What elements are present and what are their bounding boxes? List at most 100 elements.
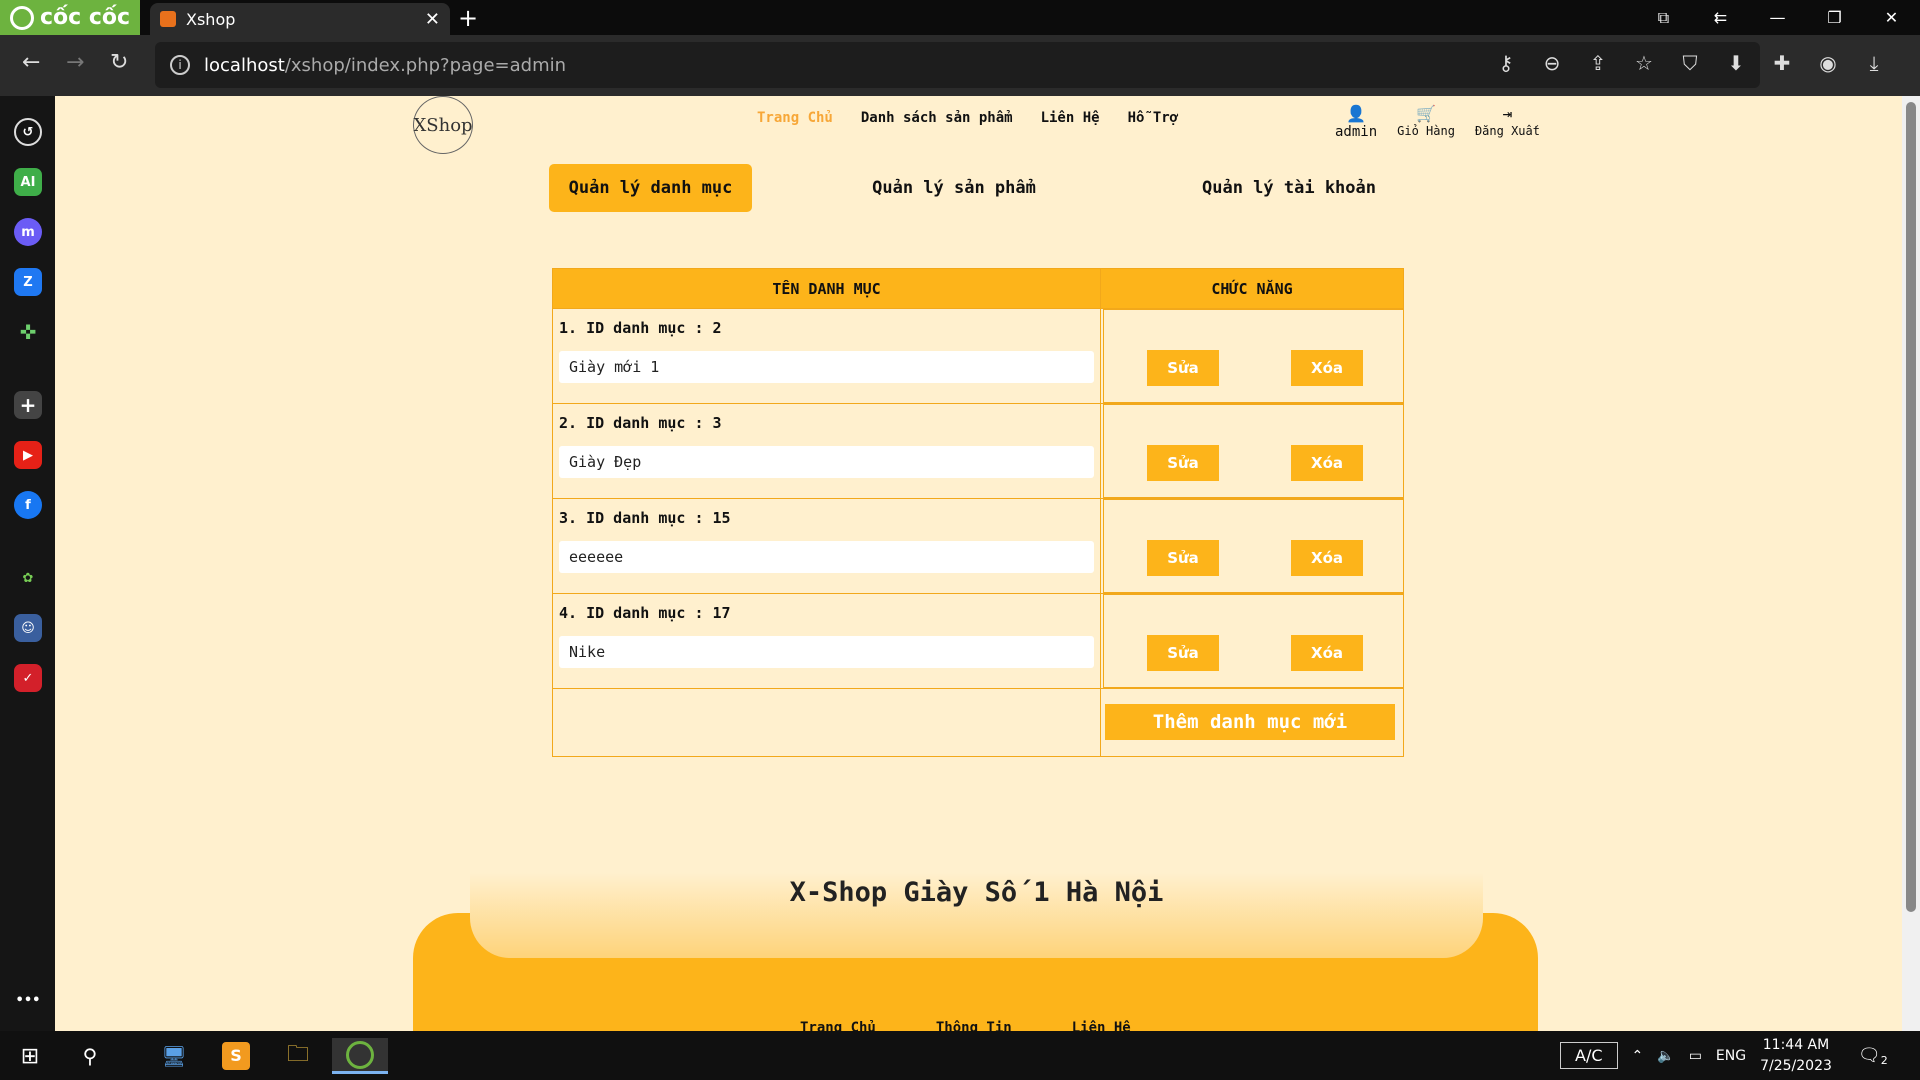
bookmark-star-icon[interactable]: ☆ [1633, 51, 1655, 75]
header-category-name: TÊN DANH MỤC [553, 269, 1101, 308]
zalo-icon[interactable]: Z [14, 268, 42, 296]
scrollbar-thumb[interactable] [1906, 102, 1916, 912]
tab-title: Xshop [186, 9, 236, 29]
file-explorer-icon[interactable]: 🗀 [276, 1038, 320, 1074]
edit-button[interactable]: Sửa [1147, 350, 1219, 386]
coccoc-taskbar-icon[interactable] [332, 1038, 388, 1074]
table-row: 4. ID danh mục : 17 Nike Sửa Xóa [553, 593, 1403, 688]
new-tab-button[interactable]: + [458, 4, 478, 32]
shield-icon[interactable]: ⛉ [1679, 51, 1701, 75]
browser-tab[interactable]: Xshop ✕ [150, 3, 450, 35]
show-hidden-icons-icon[interactable]: ⌃ [1632, 1048, 1644, 1064]
close-tab-icon[interactable]: ✕ [425, 9, 440, 30]
admin-tabs: Quản lý danh mục Quản lý sản phẩm Quản l… [549, 164, 1419, 212]
tab-category-management[interactable]: Quản lý danh mục [549, 164, 752, 212]
category-id-label: 2. ID danh mục : 3 [559, 414, 722, 432]
url-path: /xshop/index.php?page=admin [284, 54, 567, 76]
cart-icon: 🛒 [1416, 104, 1437, 123]
footer-slogan: X-Shop Giày Số 1 Hà Nội [470, 826, 1483, 958]
page-scrollbar[interactable] [1902, 96, 1920, 1031]
clock[interactable]: 11:44 AM 7/25/2023 [1760, 1035, 1832, 1077]
category-name-input[interactable]: Giày Đẹp [559, 446, 1094, 478]
messenger-icon[interactable]: m [14, 218, 42, 246]
profile-icon[interactable]: ◉ [1817, 51, 1839, 75]
notification-count: 2 [1880, 1054, 1888, 1067]
key-icon[interactable]: ⚷ [1495, 51, 1517, 75]
volume-icon[interactable]: 🔈 [1657, 1048, 1674, 1064]
game-avatar-icon[interactable]: ☺ [14, 614, 42, 642]
close-window-button[interactable]: ✕ [1863, 0, 1920, 35]
footer-link-home[interactable]: Trang Chủ [800, 1020, 876, 1031]
edit-button[interactable]: Sửa [1147, 635, 1219, 671]
nav-contact[interactable]: Liên Hệ [1041, 110, 1100, 126]
share-icon[interactable]: ⇪ [1587, 51, 1609, 75]
category-name-input[interactable]: eeeeee [559, 541, 1094, 573]
screenshot-icon[interactable]: ⧉ [1635, 0, 1692, 35]
delete-button[interactable]: Xóa [1291, 445, 1363, 481]
facebook-icon[interactable]: f [14, 491, 42, 519]
edit-button[interactable]: Sửa [1147, 445, 1219, 481]
coccoc-menu-button[interactable]: cốc cốc [0, 0, 140, 35]
footer-link-info[interactable]: Thông Tin [936, 1020, 1012, 1031]
this-pc-icon[interactable]: 🖥 [152, 1038, 196, 1074]
delete-button[interactable]: Xóa [1291, 350, 1363, 386]
tab-product-management[interactable]: Quản lý sản phẩm [854, 164, 1054, 212]
logout-label: Đăng Xuất [1474, 124, 1540, 138]
user-nav: 👤 admin 🛒 Giỏ Hàng ⇥ Đăng Xuất [1335, 104, 1540, 140]
extension-app-icon[interactable]: ✿ [14, 564, 42, 592]
sublime-text-icon[interactable]: S [214, 1038, 258, 1074]
web-page: XShop Trang Chủ Danh sách sản phẩm Liên … [55, 96, 1902, 1031]
edit-button[interactable]: Sửa [1147, 540, 1219, 576]
main-nav: Trang Chủ Danh sách sản phẩm Liên Hệ Hỗ … [757, 110, 1178, 126]
coccoc-logo-icon [10, 5, 34, 30]
youtube-icon[interactable]: ▶ [14, 441, 42, 469]
cart-label: Giỏ Hàng [1397, 124, 1455, 138]
category-name-input[interactable]: Nike [559, 636, 1094, 668]
nav-products[interactable]: Danh sách sản phẩm [861, 110, 1013, 126]
windows-start-icon[interactable]: ⊞ [12, 1038, 48, 1074]
notification-center-icon[interactable]: 🗨 [1858, 1045, 1881, 1066]
account-link[interactable]: 👤 admin [1335, 104, 1377, 140]
back-icon[interactable]: ← [22, 50, 40, 75]
tab-search-icon[interactable]: ⇇ [1692, 0, 1749, 35]
gamepad-icon[interactable]: ✜ [14, 318, 42, 346]
clock-date: 7/25/2023 [1760, 1057, 1832, 1074]
logout-link[interactable]: ⇥ Đăng Xuất [1475, 104, 1540, 138]
nav-home[interactable]: Trang Chủ [757, 110, 833, 126]
delete-button[interactable]: Xóa [1291, 540, 1363, 576]
more-options-icon[interactable]: ••• [14, 986, 42, 1014]
site-logo[interactable]: XShop [413, 96, 473, 154]
battery-icon[interactable]: ▭ [1689, 1048, 1702, 1064]
extensions-icon[interactable]: ✚ [1771, 51, 1793, 75]
zoom-out-icon[interactable]: ⊖ [1541, 51, 1563, 75]
downloads-icon[interactable]: ⤓ [1863, 51, 1885, 75]
checkmark-app-icon[interactable]: ✓ [14, 664, 42, 692]
download-media-icon[interactable]: ⬇ [1725, 51, 1747, 75]
system-tray: A/C ⌃ 🔈 ▭ ENG 11:44 AM 7/25/2023 🗨 2 [1560, 1031, 1888, 1080]
minimize-button[interactable]: — [1749, 0, 1806, 35]
browser-toolbar: ← → ↻ i localhost/xshop/index.php?page=a… [0, 35, 1920, 96]
language-indicator[interactable]: ENG [1716, 1048, 1746, 1064]
search-icon[interactable]: ⚲ [72, 1038, 108, 1074]
forward-icon[interactable]: → [66, 50, 84, 75]
category-id-label: 4. ID danh mục : 17 [559, 604, 731, 622]
add-sidebar-app-icon[interactable]: + [14, 391, 42, 419]
ac-indicator[interactable]: A/C [1560, 1042, 1618, 1069]
cart-link[interactable]: 🛒 Giỏ Hàng [1397, 104, 1455, 138]
user-icon: 👤 [1346, 104, 1367, 123]
ai-assistant-icon[interactable]: AI [14, 168, 42, 196]
site-info-icon[interactable]: i [170, 55, 190, 75]
maximize-button[interactable]: ❐ [1806, 0, 1863, 35]
category-name-input[interactable]: Giày mới 1 [559, 351, 1094, 383]
clock-time: 11:44 AM [1762, 1036, 1830, 1053]
url-host: localhost [204, 54, 285, 76]
add-category-button[interactable]: Thêm danh mục mới [1105, 704, 1395, 740]
delete-button[interactable]: Xóa [1291, 635, 1363, 671]
footer-link-contact[interactable]: Liên Hệ [1072, 1020, 1131, 1031]
reload-icon[interactable]: ↻ [110, 50, 128, 75]
tab-account-management[interactable]: Quản lý tài khoản [1174, 164, 1404, 212]
history-icon[interactable]: ↺ [14, 118, 42, 146]
table-row: 1. ID danh mục : 2 Giày mới 1 Sửa Xóa [553, 308, 1403, 403]
category-id-label: 1. ID danh mục : 2 [559, 319, 722, 337]
nav-support[interactable]: Hỗ Trợ [1128, 110, 1179, 126]
